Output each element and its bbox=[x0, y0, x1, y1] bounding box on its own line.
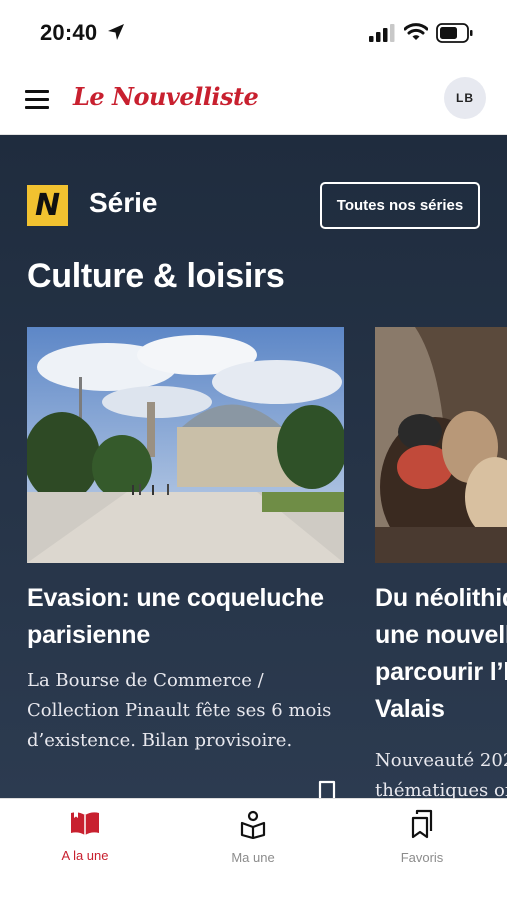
status-time: 20:40 bbox=[40, 20, 98, 45]
user-avatar[interactable]: LB bbox=[444, 77, 486, 119]
article-image[interactable] bbox=[27, 327, 344, 563]
article-description: Nouveauté 2022: des visites thématiques … bbox=[375, 750, 507, 798]
article-card[interactable]: Evasion: une coqueluche parisienne La Bo… bbox=[27, 327, 344, 756]
hamburger-menu-icon[interactable] bbox=[25, 90, 49, 110]
series-label: Série bbox=[89, 187, 158, 218]
series-n-badge: N bbox=[27, 185, 68, 226]
site-logo[interactable]: Le Nouvelliste bbox=[73, 82, 259, 111]
cellular-signal-icon bbox=[369, 24, 395, 42]
article-description: La Bourse de Commerce / Collection Pinau… bbox=[27, 670, 332, 751]
section-title: Culture & loisirs bbox=[27, 257, 285, 295]
bottom-tab-bar: A la une Ma une Favoris bbox=[0, 798, 507, 901]
all-series-button[interactable]: Toutes nos séries bbox=[320, 182, 480, 229]
reading-person-icon bbox=[240, 810, 266, 840]
article-image[interactable] bbox=[375, 327, 507, 563]
bookmarks-icon bbox=[411, 809, 433, 839]
tab-label: A la une bbox=[61, 848, 109, 863]
tab-ma-une[interactable]: Ma une bbox=[193, 809, 313, 865]
tab-label: Ma une bbox=[231, 850, 275, 865]
tab-a-la-une[interactable]: A la une bbox=[25, 809, 145, 863]
tab-favoris[interactable]: Favoris bbox=[362, 809, 482, 865]
article-card[interactable]: Du néolithique à l’Age: une nouvelle faç… bbox=[375, 327, 507, 798]
status-bar: 20:40 bbox=[0, 0, 507, 66]
open-book-icon bbox=[71, 812, 99, 835]
battery-icon bbox=[436, 23, 473, 43]
wifi-icon bbox=[404, 23, 428, 40]
location-arrow-icon bbox=[108, 24, 124, 40]
article-title[interactable]: Evasion: une coqueluche parisienne bbox=[27, 580, 344, 654]
app-header: Le Nouvelliste LB bbox=[0, 66, 507, 135]
tab-label: Favoris bbox=[400, 850, 444, 865]
series-section: N Série Toutes nos séries Culture & lois… bbox=[0, 135, 507, 798]
bookmark-icon[interactable] bbox=[318, 780, 336, 798]
article-title[interactable]: Du néolithique à l’Age: une nouvelle faç… bbox=[375, 580, 507, 728]
